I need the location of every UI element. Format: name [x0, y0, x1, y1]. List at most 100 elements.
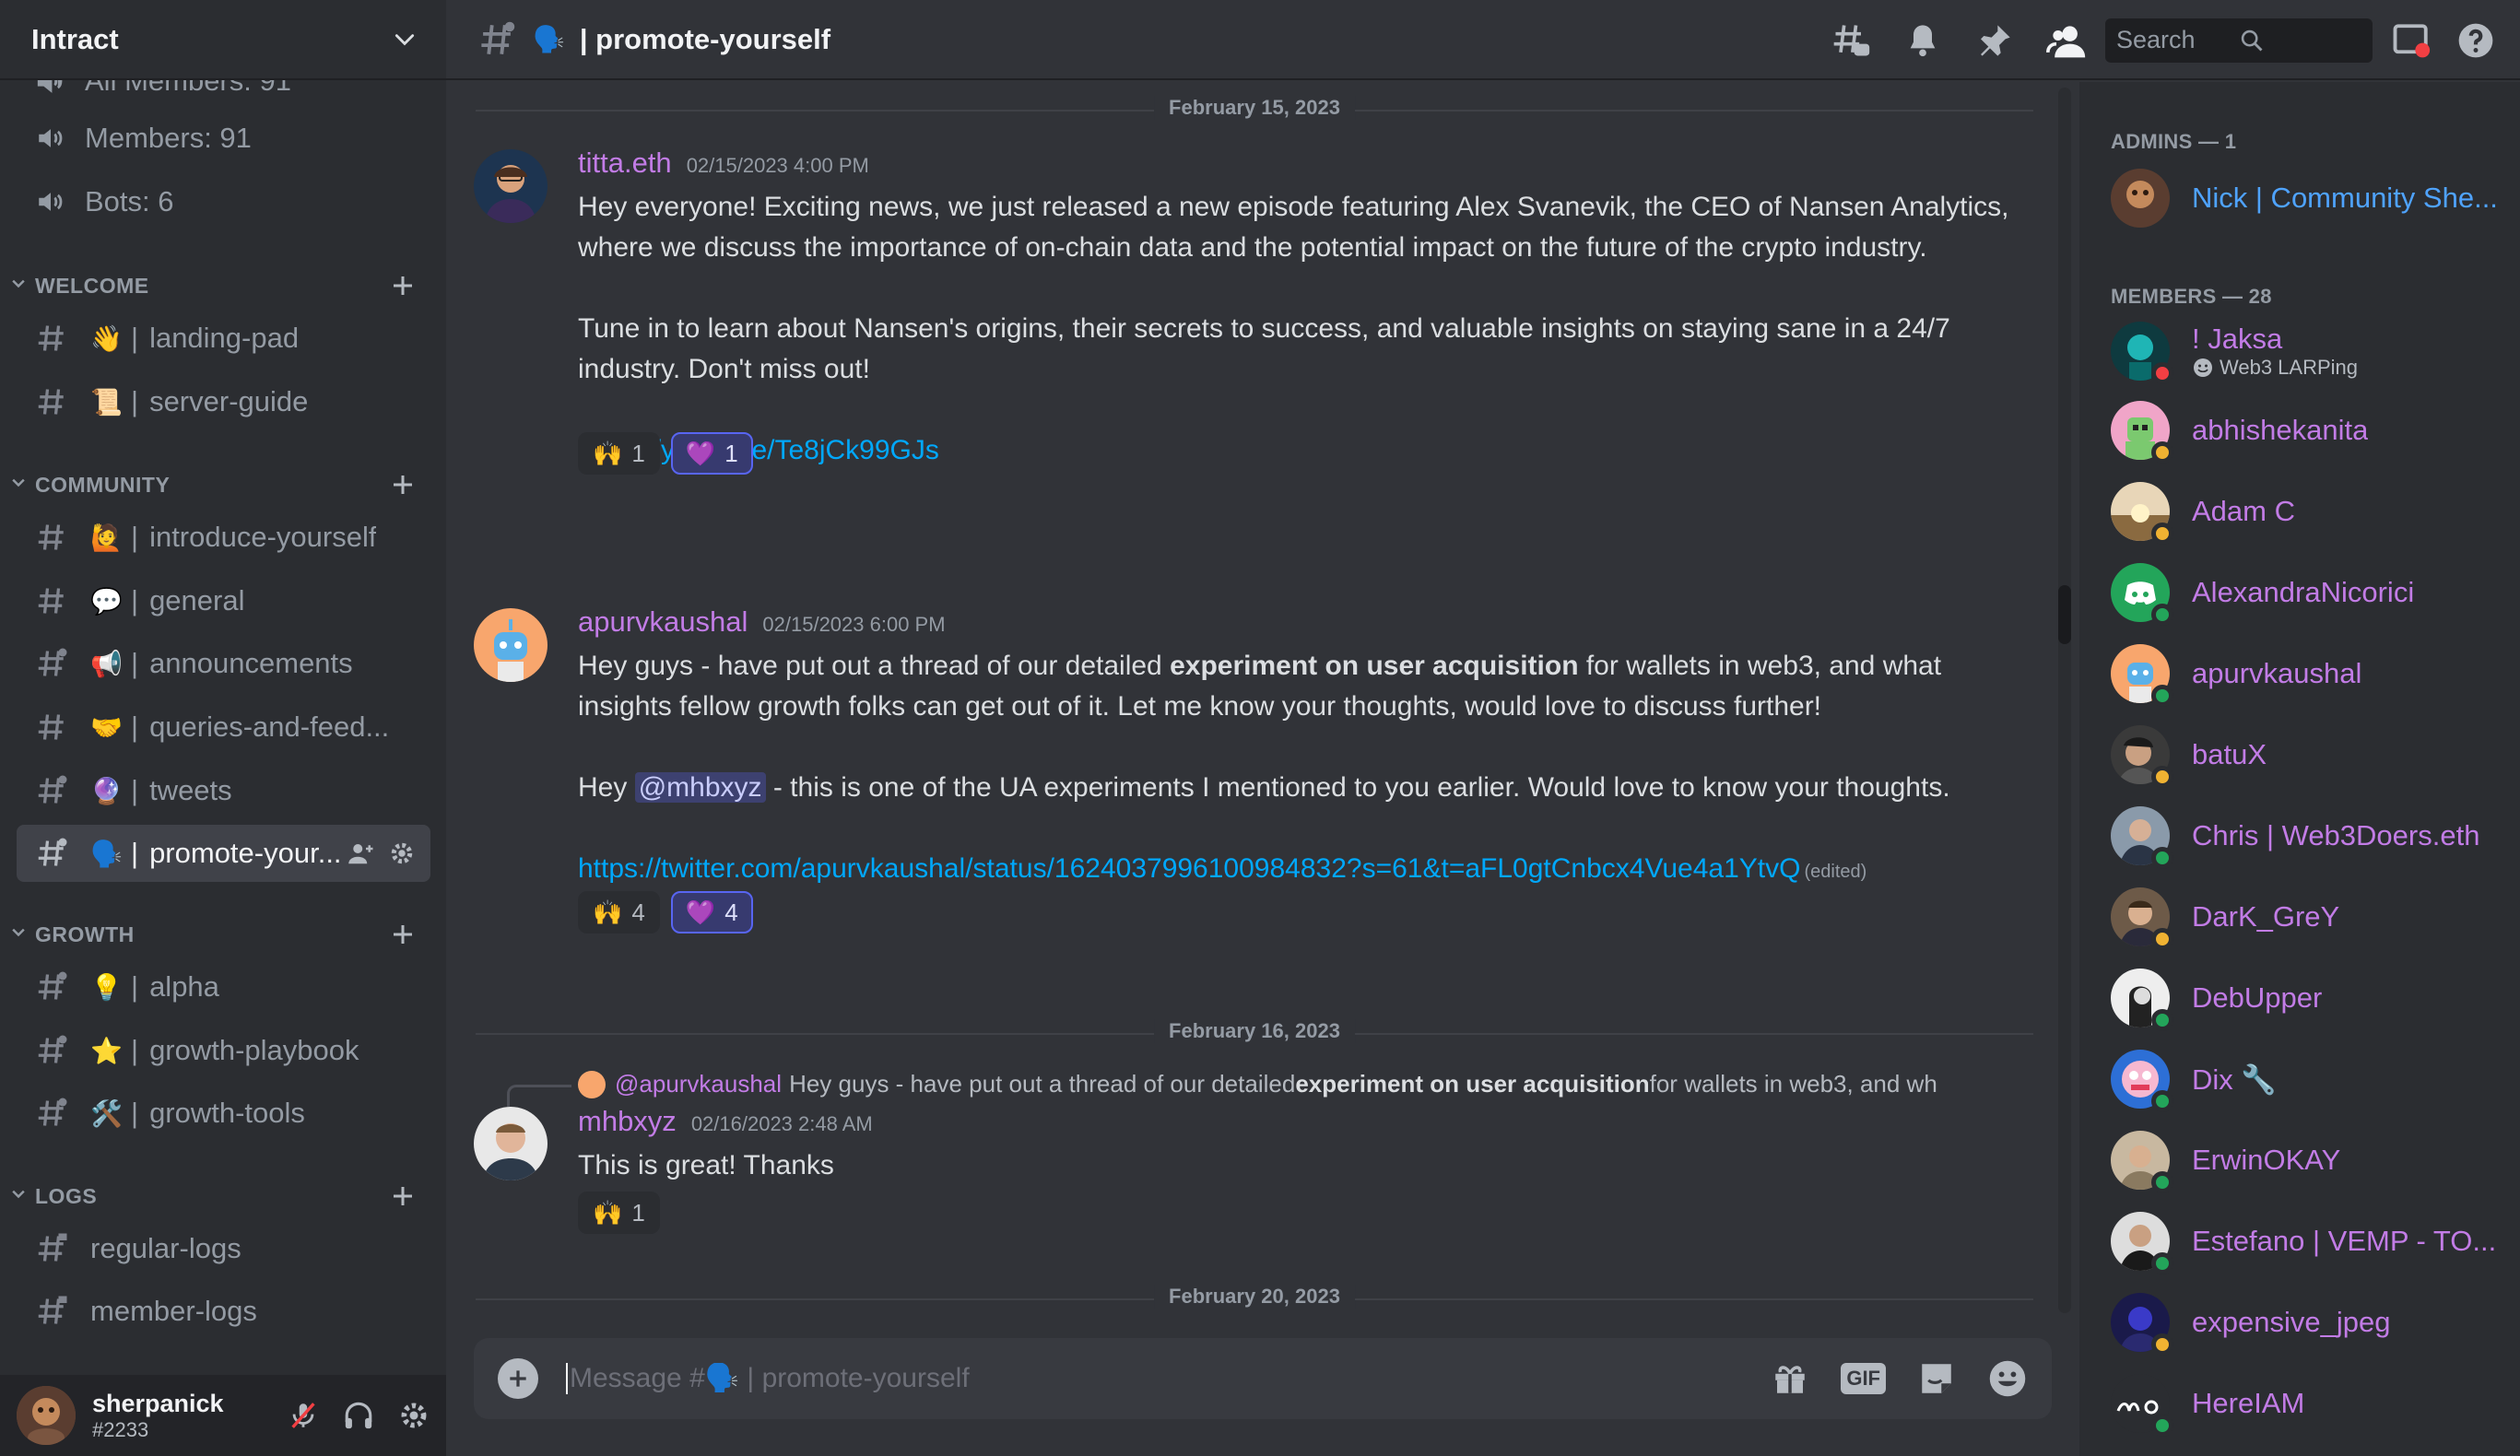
status-online-indicator [2151, 1009, 2173, 1031]
member-row[interactable]: expensive_jpeg [2111, 1286, 2507, 1359]
reply-preview[interactable]: @apurvkaushal Hey guys - have put out a … [578, 1070, 2030, 1098]
chevron-down-icon[interactable] [393, 28, 417, 52]
channel-announcements[interactable]: 📢 | announcements [17, 635, 430, 692]
member-row[interactable]: ErwinOKAY [2111, 1123, 2507, 1197]
separator: | [131, 584, 139, 616]
hash-icon [35, 710, 81, 744]
reaction-raised-hands[interactable]: 🙌 4 [578, 891, 660, 933]
emoji-picker-icon[interactable] [1987, 1358, 2028, 1399]
reaction-purple-heart[interactable]: 💜 1 [670, 432, 753, 475]
message-paragraph: Hey guys - have put out a thread of our … [578, 651, 1942, 722]
channel-member-logs[interactable]: member-logs [17, 1283, 430, 1340]
channel-landing-pad[interactable]: 👋 | landing-pad [17, 310, 430, 367]
channel-bots-count[interactable]: Bots: 6 [17, 173, 430, 230]
channel-name: growth-playbook [149, 1034, 359, 1066]
channel-introduce-yourself[interactable]: 🙋 | introduce-yourself [17, 509, 430, 566]
channel-growth-tools[interactable]: 🛠️ | growth-tools [17, 1085, 430, 1142]
avatar [2111, 644, 2173, 707]
message-author[interactable]: mhbxyz [578, 1105, 677, 1138]
reaction-raised-hands[interactable]: 🙌 1 [578, 1192, 660, 1234]
message-input[interactable] [566, 1363, 1753, 1394]
plus-icon[interactable] [389, 921, 417, 948]
message-header: titta.eth 02/15/2023 4:00 PM [578, 147, 869, 180]
channel-list[interactable]: All Members: 91 Members: 91 Bots: 6 WELC… [0, 80, 446, 1375]
avatar[interactable] [474, 1107, 548, 1180]
category-welcome[interactable]: WELCOME [9, 267, 437, 304]
gear-icon[interactable] [398, 1400, 430, 1431]
gear-icon[interactable] [388, 840, 416, 867]
username: sherpanick [92, 1389, 224, 1417]
category-growth[interactable]: GROWTH [9, 916, 437, 953]
member-row[interactable]: Dix 🔧 [2111, 1042, 2507, 1116]
member-name: Dix 🔧 [2192, 1063, 2277, 1096]
message-author[interactable]: titta.eth [578, 147, 672, 180]
member-row[interactable]: ! Jaksa Web3 LARPing [2111, 314, 2507, 388]
help-icon[interactable] [2454, 18, 2498, 63]
channel-all-members[interactable]: All Members: 91 [17, 80, 430, 110]
avatar [2111, 1293, 2173, 1356]
channel-server-guide[interactable]: 📜 | server-guide [17, 373, 430, 430]
member-row[interactable]: HereIAM [2111, 1367, 2507, 1440]
channel-regular-logs[interactable]: regular-logs [17, 1220, 430, 1277]
channel-tweets[interactable]: 🔮 | tweets [17, 762, 430, 819]
member-row[interactable]: apurvkaushal [2111, 637, 2507, 710]
scrollbar-track[interactable] [2058, 88, 2071, 1313]
channel-general[interactable]: 💬 | general [17, 572, 430, 629]
gift-icon[interactable] [1771, 1359, 1809, 1398]
category-community[interactable]: COMMUNITY [9, 466, 437, 503]
avatar[interactable] [474, 608, 548, 682]
user-info[interactable]: sherpanick #2233 [92, 1390, 224, 1442]
member-name: Chris | Web3Doers.eth [2192, 819, 2480, 851]
search-input[interactable]: Search [2105, 18, 2373, 63]
member-row[interactable]: AlexandraNicorici [2111, 556, 2507, 629]
bell-icon[interactable] [1901, 18, 1945, 63]
member-list[interactable]: ADMINS — 1 Nick | Community She... MEMBE… [2079, 82, 2520, 1456]
avatar[interactable] [474, 149, 548, 223]
chevron-down-icon [9, 923, 31, 945]
message-link[interactable]: https://twitter.com/apurvkaushal/status/… [578, 853, 1800, 884]
channel-members-count[interactable]: Members: 91 [17, 110, 430, 167]
category-label: LOGS [35, 1183, 98, 1208]
threads-icon[interactable] [1829, 18, 1873, 63]
server-header[interactable]: Intract [0, 0, 446, 80]
category-logs[interactable]: LOGS [9, 1178, 437, 1215]
plus-icon[interactable] [389, 1182, 417, 1210]
plus-icon[interactable] [389, 471, 417, 499]
channel-alpha[interactable]: 💡 | alpha [17, 958, 430, 1016]
reaction-purple-heart[interactable]: 💜 4 [670, 891, 753, 933]
member-row[interactable]: Adam C [2111, 475, 2507, 548]
member-row[interactable]: DebUpper [2111, 961, 2507, 1035]
pin-icon[interactable] [1972, 18, 2017, 63]
user-mention[interactable]: @mhbxyz [634, 772, 766, 803]
member-row[interactable]: abhishekanita [2111, 393, 2507, 467]
gif-button[interactable]: GIF [1841, 1363, 1886, 1394]
avatar[interactable] [17, 1386, 76, 1445]
message-timestamp: 02/15/2023 4:00 PM [686, 154, 869, 177]
message-author[interactable]: apurvkaushal [578, 605, 748, 639]
member-list-icon[interactable] [2044, 18, 2089, 63]
member-row[interactable]: Nick | Community She... [2111, 161, 2507, 235]
reaction-raised-hands[interactable]: 🙌 1 [578, 432, 660, 475]
message-list[interactable]: February 15, 2023 titta.eth 02/15/2023 4… [446, 82, 2079, 1326]
search-placeholder: Search [2116, 26, 2196, 53]
member-row[interactable]: DarK_GreY [2111, 880, 2507, 954]
mic-muted-icon[interactable] [288, 1400, 319, 1431]
channel-promote-yourself[interactable]: 🗣️ | promote-your... [17, 825, 430, 882]
plus-icon[interactable] [389, 272, 417, 299]
channel-growth-playbook[interactable]: ⭐ | growth-playbook [17, 1022, 430, 1079]
reply-author[interactable]: @apurvkaushal [615, 1070, 782, 1098]
message-paragraph: Tune in to learn about Nansen's origins,… [578, 313, 1950, 384]
date-divider-label: February 15, 2023 [1154, 96, 1355, 120]
member-row[interactable]: Estefano | VEMP - TO... [2111, 1204, 2507, 1278]
add-member-icon[interactable] [347, 840, 375, 867]
scrollbar-thumb[interactable] [2058, 585, 2071, 644]
sticker-icon[interactable] [1917, 1359, 1956, 1398]
inbox-icon[interactable] [2389, 18, 2433, 63]
reply-text: for wallets in web3, and wh [1649, 1070, 1937, 1098]
headphones-icon[interactable] [343, 1400, 374, 1431]
member-row[interactable]: batuX [2111, 718, 2507, 792]
status-online-indicator [2151, 1252, 2173, 1274]
upload-plus-button[interactable] [498, 1358, 538, 1399]
member-row[interactable]: Chris | Web3Doers.eth [2111, 799, 2507, 873]
channel-queries-and-feedback[interactable]: 🤝 | queries-and-feed... [17, 699, 430, 756]
